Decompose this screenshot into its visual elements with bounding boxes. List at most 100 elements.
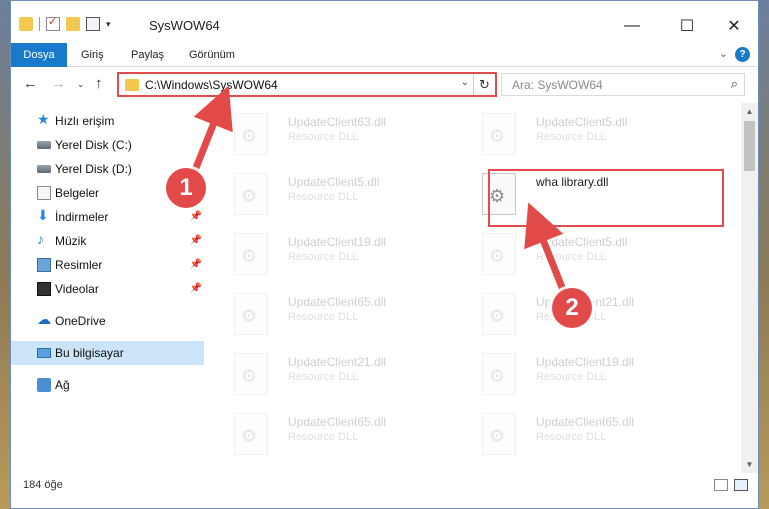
dll-file-icon	[234, 173, 268, 215]
sidebar-item-downloads[interactable]: ⬇ İndirmeler 📌	[11, 205, 204, 229]
dll-file-icon	[234, 413, 268, 455]
disk-icon	[37, 165, 51, 173]
pin-icon[interactable]: 📌	[190, 229, 202, 253]
address-bar[interactable]: C:\Windows\SysWOW64 ⌄ ↻	[117, 72, 497, 97]
file-name: UpdateClient65.dll	[288, 415, 387, 429]
explorer-window: ▾ SysWOW64 — ☐ ✕ Dosya Giriş Paylaş Görü…	[10, 0, 759, 509]
file-list: UpdateClient63.dll Resource DLL UpdateCl…	[214, 103, 742, 473]
file-name: UpdateClient5.dll	[536, 235, 628, 249]
file-name: UpdateClient65.dll	[536, 415, 635, 429]
file-item[interactable]: UpdateClient65.dll Resource DLL	[224, 407, 454, 459]
step-badge-1: 1	[166, 168, 206, 208]
item-count: 184 öğe	[23, 479, 63, 491]
download-icon: ⬇	[37, 207, 49, 223]
search-icon[interactable]: ⌕	[731, 76, 738, 92]
close-button[interactable]: ✕	[711, 11, 757, 41]
pin-icon[interactable]: 📌	[190, 205, 202, 229]
sidebar-item-videos[interactable]: Videolar 📌	[11, 277, 204, 301]
sidebar-item-pictures[interactable]: Resimler 📌	[11, 253, 204, 277]
forward-button[interactable]: →	[51, 75, 66, 92]
properties-icon[interactable]	[86, 17, 100, 31]
sidebar-item-label: Ağ	[55, 378, 70, 392]
file-name: UpdateClient5.dll	[288, 175, 380, 189]
quick-access-toolbar: ▾	[19, 15, 111, 31]
file-item[interactable]: UpdateClient63.dll Resource DLL	[224, 107, 454, 159]
sidebar-item-label: Resimler	[55, 258, 103, 272]
vertical-scrollbar[interactable]: ▲ ▼	[741, 103, 758, 473]
pin-icon[interactable]: 📌	[190, 253, 202, 277]
address-path[interactable]: C:\Windows\SysWOW64	[145, 78, 278, 92]
sidebar-item-onedrive[interactable]: ☁ OneDrive	[11, 309, 204, 333]
disk-icon	[37, 141, 51, 149]
folder-icon	[125, 79, 139, 91]
star-icon: ★	[37, 111, 50, 127]
sidebar-item-music[interactable]: ♪ Müzik 📌	[11, 229, 204, 253]
tab-view[interactable]: Görünüm	[179, 43, 245, 67]
tab-home[interactable]: Giriş	[71, 43, 114, 67]
details-view-icon[interactable]	[714, 479, 728, 491]
up-button[interactable]: ↑	[95, 75, 103, 92]
title-bar: ▾ SysWOW64 — ☐ ✕	[11, 1, 758, 43]
file-item[interactable]: UpdateClient65.dll Resource DLL	[224, 287, 454, 339]
file-type: Resource DLL	[536, 431, 607, 443]
scroll-up-icon[interactable]: ▲	[741, 103, 758, 120]
properties-check-icon[interactable]	[46, 15, 60, 31]
large-icons-view-icon[interactable]	[734, 479, 748, 491]
scroll-thumb[interactable]	[744, 121, 755, 171]
address-dropdown-chevron-icon[interactable]: ⌄	[461, 77, 469, 88]
tab-share[interactable]: Paylaş	[121, 43, 174, 67]
dll-file-icon	[234, 113, 268, 155]
refresh-button[interactable]: ↻	[473, 74, 495, 95]
step-badge-2: 2	[552, 288, 592, 328]
file-type: Resource DLL	[288, 311, 359, 323]
cloud-icon: ☁	[37, 311, 51, 327]
scroll-down-icon[interactable]: ▼	[741, 456, 758, 473]
pictures-icon	[37, 258, 51, 272]
highlight-box	[488, 169, 724, 227]
help-button[interactable]: ?	[735, 47, 750, 62]
back-button[interactable]: ←	[23, 75, 38, 92]
dll-file-icon	[482, 233, 516, 275]
folder-icon[interactable]	[19, 17, 33, 31]
window-title: SysWOW64	[149, 18, 220, 33]
dll-file-icon	[234, 293, 268, 335]
sidebar-item-label: OneDrive	[55, 314, 106, 328]
customize-toolbar-chevron-icon[interactable]: ▾	[106, 19, 111, 30]
file-type: Resource DLL	[536, 251, 607, 263]
file-type: Resource DLL	[288, 251, 359, 263]
file-item[interactable]: UpdateClient19.dll Resource DLL	[472, 347, 702, 399]
sidebar-item-local-disk-c[interactable]: Yerel Disk (C:)	[11, 133, 204, 157]
sidebar-item-quick-access[interactable]: ★ Hızlı erişim	[11, 109, 204, 133]
sidebar-item-label: Müzik	[55, 234, 87, 248]
search-input[interactable]: Ara: SysWOW64 ⌕	[501, 73, 745, 96]
maximize-button[interactable]: ☐	[664, 11, 710, 41]
sidebar-item-this-pc[interactable]: Bu bilgisayar	[11, 341, 204, 365]
status-bar: 184 öğe	[11, 473, 758, 499]
sidebar-item-network[interactable]: Ağ	[11, 373, 204, 397]
recent-locations-chevron-icon[interactable]: ⌄	[77, 79, 85, 90]
file-type: Resource DLL	[536, 371, 607, 383]
dll-file-icon	[482, 293, 516, 335]
file-item[interactable]: UpdateClient5.dll Resource DLL	[472, 227, 702, 279]
file-name: UpdateClient21.dll	[288, 355, 387, 369]
file-type: Resource DLL	[288, 191, 359, 203]
computer-icon	[37, 348, 51, 358]
file-item[interactable]: UpdateClient21.dll Resource DLL	[224, 347, 454, 399]
sidebar-item-label: İndirmeler	[55, 210, 109, 224]
minimize-button[interactable]: —	[609, 11, 655, 41]
file-item[interactable]: UpdateClient5.dll Resource DLL	[224, 167, 454, 219]
dll-file-icon	[482, 353, 516, 395]
dll-file-icon	[482, 113, 516, 155]
sidebar-item-label: Yerel Disk (D:)	[55, 162, 132, 176]
pin-icon[interactable]: 📌	[190, 277, 202, 301]
tab-file[interactable]: Dosya	[11, 43, 67, 67]
network-icon	[37, 378, 51, 392]
file-item[interactable]: UpdateClient5.dll Resource DLL	[472, 107, 702, 159]
sidebar-item-label: Videolar	[55, 282, 99, 296]
new-folder-icon[interactable]	[66, 17, 80, 31]
file-name: UpdateClient19.dll	[288, 235, 387, 249]
file-item[interactable]: UpdateClient19.dll Resource DLL	[224, 227, 454, 279]
file-item[interactable]: UpdateClient65.dll Resource DLL	[472, 407, 702, 459]
expand-ribbon-chevron-icon[interactable]: ⌄	[719, 47, 728, 60]
file-name: UpdateClient19.dll	[536, 355, 635, 369]
